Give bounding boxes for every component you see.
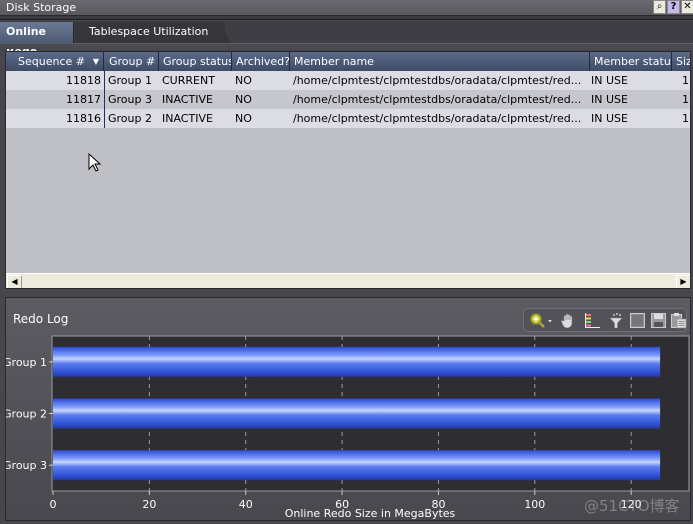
redo-log-table: Sequence # ▼ Group # Group status Archiv… <box>5 51 691 289</box>
column-header-sequence[interactable]: Sequence # ▼ <box>6 52 104 71</box>
x-tick-label: 100 <box>524 498 545 511</box>
window-title: Disk Storage <box>6 1 77 14</box>
watermark: @51CTO博客 <box>584 497 680 515</box>
column-header-member-name[interactable]: Member name <box>290 52 590 71</box>
close-icon[interactable]: ✕ <box>681 0 693 14</box>
x-tick-label: 40 <box>239 498 253 511</box>
cell-member-name: /home/clpmtest/clpmtestdbs/oradata/clpmt… <box>293 93 582 106</box>
mouse-cursor-icon <box>88 152 102 176</box>
y-tick-label: Group 1 <box>6 356 47 369</box>
tab-slant-decoration <box>218 22 232 44</box>
cell-member-status: IN USE <box>591 74 628 87</box>
y-tick-label: Group 3 <box>6 459 47 472</box>
column-header-size[interactable]: Size <box>672 52 690 71</box>
column-header-group[interactable]: Group # <box>105 52 159 71</box>
bars <box>53 346 661 481</box>
cell-group: Group 2 <box>108 112 152 125</box>
table-row[interactable]: 11816 Group 2 INACTIVE NO /home/clpmtest… <box>6 109 690 128</box>
bar-group-1[interactable] <box>53 346 661 377</box>
tab-tablespace-utilization[interactable]: Tablespace Utilization <box>75 22 225 43</box>
scroll-left-button[interactable]: ◀ <box>7 275 22 288</box>
cell-size: 1 <box>682 93 689 106</box>
tab-online-redo[interactable]: Online Redo <box>0 22 74 58</box>
cell-sequence: 11816 <box>66 112 101 125</box>
x-tick-label: 20 <box>142 498 156 511</box>
x-tick-label: 0 <box>50 498 57 511</box>
cell-member-status: IN USE <box>591 112 628 125</box>
cell-archived: NO <box>235 93 252 106</box>
tab-bar: Online Redo Tablespace Utilization <box>0 21 693 58</box>
zoom-icon[interactable]: ⌕ <box>653 0 666 14</box>
frozen-column-divider <box>104 71 105 128</box>
scroll-right-button[interactable]: ▶ <box>676 275 690 288</box>
table-header: Sequence # ▼ Group # Group status Archiv… <box>6 52 690 71</box>
cell-size: 1 <box>682 74 689 87</box>
cell-size: 1 <box>682 112 689 125</box>
cell-archived: NO <box>235 112 252 125</box>
redo-log-chart-panel: Redo Log Group 1 Group 2 Group 3 0 20 40… <box>5 297 691 521</box>
y-tick-label: Group 2 <box>6 408 47 421</box>
column-header-archived[interactable]: Archived? <box>232 52 290 71</box>
cell-group-status: INACTIVE <box>162 112 213 125</box>
column-header-group-status[interactable]: Group status <box>159 52 232 71</box>
cell-member-name: /home/clpmtest/clpmtestdbs/oradata/clpmt… <box>293 74 582 87</box>
column-header-label: Sequence # <box>18 55 85 68</box>
cell-group-status: INACTIVE <box>162 93 213 106</box>
cell-member-name: /home/clpmtest/clpmtestdbs/oradata/clpmt… <box>293 112 582 125</box>
window-titlebar: Disk Storage ⌕ ? ✕ <box>0 0 693 16</box>
y-axis: Group 1 Group 2 Group 3 <box>6 356 53 472</box>
x-axis-label: Online Redo Size in MegaBytes <box>285 507 456 520</box>
redo-log-bar-chart: Group 1Group 2Group 3 0 20 40 60 80 100 120 On… <box>6 335 690 520</box>
cell-group-status: CURRENT <box>162 74 215 87</box>
table-row[interactable]: 11817 Group 3 INACTIVE NO /home/clpmtest… <box>6 90 690 109</box>
column-header-member-status[interactable]: Member status <box>590 52 672 71</box>
cell-sequence: 11817 <box>66 93 101 106</box>
cell-member-status: IN USE <box>591 93 628 106</box>
cell-group: Group 1 <box>108 74 152 87</box>
tab-underline <box>0 43 693 49</box>
bar-group-2[interactable] <box>53 398 661 429</box>
cell-group: Group 3 <box>108 93 152 106</box>
cell-sequence: 11818 <box>66 74 101 87</box>
help-icon[interactable]: ? <box>667 0 680 14</box>
title-separator <box>0 16 693 20</box>
horizontal-scrollbar[interactable]: ◀ ▶ <box>6 273 690 288</box>
table-row[interactable]: 11818 Group 1 CURRENT NO /home/clpmtest/… <box>6 71 690 90</box>
sort-descending-icon: ▼ <box>92 57 99 66</box>
bar-group-3[interactable] <box>53 450 661 481</box>
cell-archived: NO <box>235 74 252 87</box>
